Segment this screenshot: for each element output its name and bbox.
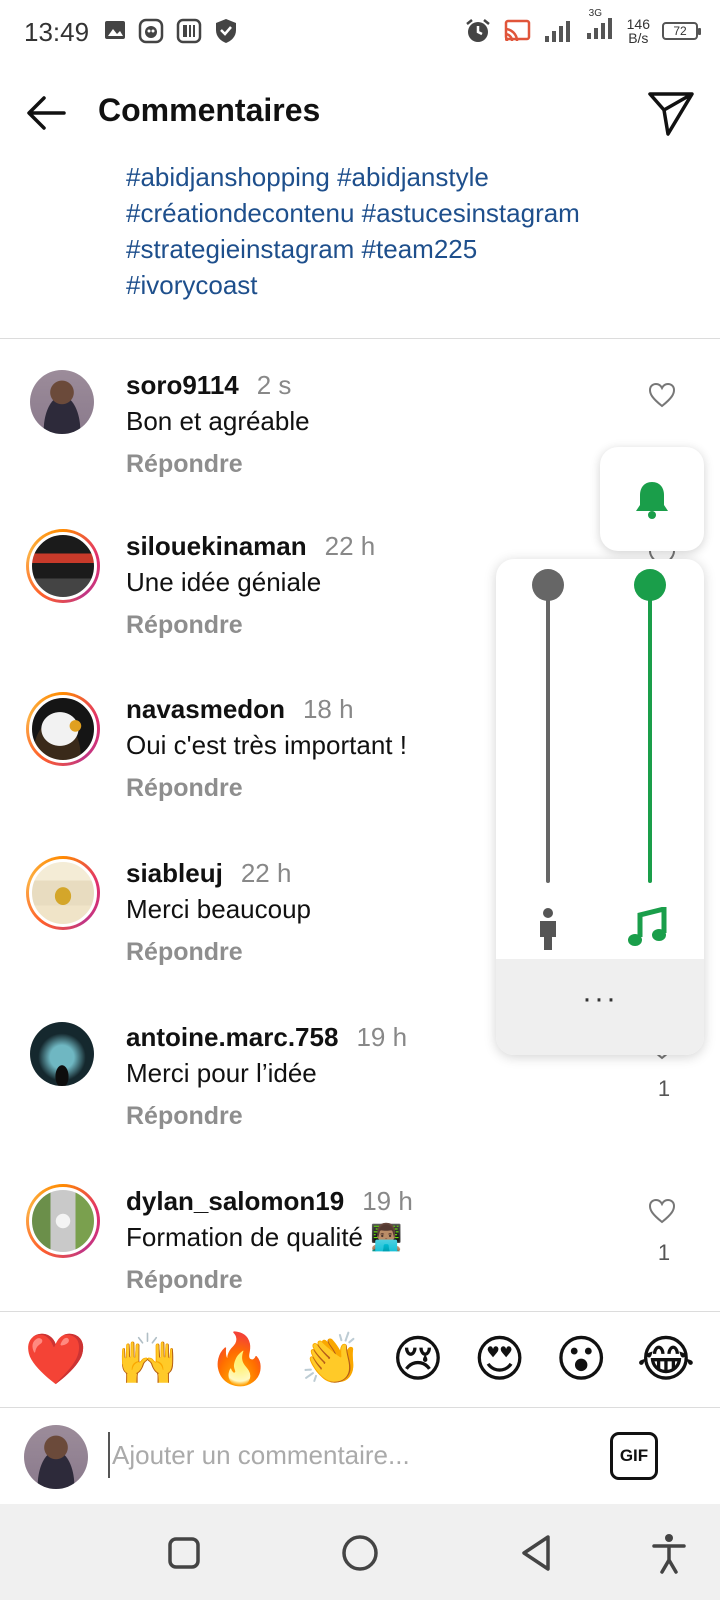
comment-time: 22 h (324, 531, 376, 561)
emoji-quick-bar: ❤️ 🙌 🔥 👏 😢 😍 😮 😂 (0, 1311, 720, 1407)
hashtag-line[interactable]: #ivorycoast (126, 267, 686, 303)
accessibility-icon[interactable] (646, 1530, 692, 1576)
system-nav-bar (0, 1504, 720, 1600)
reply-button[interactable]: Répondre (126, 450, 243, 479)
signal-3g: 3G (585, 8, 615, 45)
username[interactable]: siableuj (126, 858, 223, 888)
comment-time: 19 h (362, 1186, 413, 1216)
emoji-crying[interactable]: 😢 (392, 1329, 444, 1389)
reply-button[interactable]: Répondre (126, 1266, 243, 1295)
comment-text: Une idée géniale (126, 567, 322, 597)
gif-button[interactable]: GIF (610, 1432, 658, 1480)
status-notification-icons (104, 18, 238, 44)
comment-author[interactable]: dylan_salomon19 19 h (126, 1186, 413, 1217)
username[interactable]: dylan_salomon19 (126, 1186, 344, 1216)
status-system-icons: 3G 146 B/s 72 (465, 8, 701, 45)
net-speed-unit: B/s (628, 29, 649, 46)
square-icon[interactable] (161, 1530, 207, 1576)
send-icon[interactable] (646, 88, 696, 138)
hashtag-line[interactable]: #strategieinstagram #team225 (126, 231, 686, 267)
comment-time: 22 h (240, 858, 292, 888)
comment-time: 18 h (302, 694, 354, 724)
comment-text: Bon et agréable (126, 406, 310, 436)
reply-button[interactable]: Répondre (126, 938, 243, 967)
emoji-fire[interactable]: 🔥 (208, 1329, 270, 1389)
emoji-heart[interactable]: ❤️ (25, 1329, 87, 1389)
username[interactable]: antoine.marc.758 (126, 1022, 338, 1052)
avatar[interactable] (30, 1022, 94, 1086)
media-volume-knob[interactable] (634, 569, 666, 601)
page-title: Commentaires (98, 92, 321, 128)
reply-button[interactable]: Répondre (126, 774, 243, 803)
comment-author[interactable]: silouekinaman 22 h (126, 531, 375, 562)
avatar[interactable] (30, 370, 94, 434)
bell-icon (636, 482, 668, 519)
ringer-mode-button[interactable] (600, 447, 704, 551)
emoji-laughing[interactable]: 😂 (637, 1329, 695, 1389)
person-icon (540, 908, 556, 950)
username[interactable]: soro9114 (126, 370, 239, 400)
like-count: 1 (657, 1240, 671, 1265)
battery-icon: 72 (662, 21, 701, 40)
parking-app-icon (176, 18, 202, 44)
hashtag-line[interactable]: #abidjanshopping #abidjanstyle (126, 159, 686, 195)
heart-icon[interactable] (648, 382, 676, 408)
net-speed: 146 B/s (627, 17, 650, 45)
comment-text: Formation de qualité 👨🏽‍💻 (126, 1222, 403, 1252)
avatar (24, 1425, 88, 1489)
network-type-label: 3G (588, 8, 602, 19)
more-options-button[interactable]: ··· (496, 959, 704, 1055)
reply-button[interactable]: Répondre (126, 611, 243, 640)
hashtag-line[interactable]: #créationdecontenu #astucesinstagram (126, 195, 686, 231)
avatar[interactable] (26, 1184, 100, 1258)
comment-input[interactable] (108, 1432, 578, 1478)
avatar[interactable] (26, 856, 100, 930)
comment-time: 2 s (256, 370, 292, 400)
username[interactable]: silouekinaman (126, 531, 307, 561)
comment-author[interactable]: antoine.marc.758 19 h (126, 1022, 407, 1053)
signal-icon (544, 20, 570, 42)
emoji-surprised[interactable]: 😮 (555, 1329, 607, 1389)
avatar[interactable] (26, 692, 100, 766)
comment-composer: GIF (0, 1408, 720, 1504)
comment-author[interactable]: soro9114 2 s (126, 370, 291, 401)
cast-icon (504, 19, 530, 41)
alarm-icon (465, 18, 490, 42)
comment-author[interactable]: navasmedon 18 h (126, 694, 354, 725)
triangle-icon[interactable] (514, 1530, 560, 1576)
music-note-icon (628, 907, 667, 946)
signal-2-icon (586, 18, 612, 39)
comment-time: 19 h (356, 1022, 408, 1052)
avatar[interactable] (26, 529, 100, 603)
comment-text: Oui c'est très important ! (126, 730, 407, 760)
net-speed-value: 146 (626, 15, 650, 32)
volume-panel: ··· (496, 559, 704, 1055)
like-count: 1 (657, 1076, 671, 1101)
emoji-raising-hands[interactable]: 🙌 (117, 1329, 179, 1389)
emoji-heart-eyes[interactable]: 😍 (474, 1329, 526, 1389)
media-volume-track[interactable] (648, 583, 652, 883)
reply-button[interactable]: Répondre (126, 1102, 243, 1131)
shield-icon (216, 19, 236, 43)
app-notification-icon (138, 18, 164, 44)
gallery-icon (105, 21, 125, 39)
divider (0, 338, 720, 339)
header: Commentaires (0, 66, 720, 158)
voice-volume-knob[interactable] (532, 569, 564, 601)
post-caption: #abidjanshopping #abidjanstyle #création… (126, 159, 686, 303)
status-time: 13:49 (24, 17, 90, 47)
back-arrow-icon[interactable] (24, 90, 70, 136)
circle-icon[interactable] (337, 1530, 383, 1576)
heart-icon[interactable] (648, 1198, 676, 1224)
voice-volume-track[interactable] (546, 583, 550, 883)
status-bar: 13:49 3G 146 B/s 72 (0, 0, 720, 66)
comment-author[interactable]: siableuj 22 h (126, 858, 291, 889)
username[interactable]: navasmedon (126, 694, 285, 724)
comment-text: Merci pour l’idée (126, 1058, 317, 1088)
emoji-clapping[interactable]: 👏 (300, 1329, 362, 1389)
comment-text: Merci beaucoup (126, 894, 311, 924)
